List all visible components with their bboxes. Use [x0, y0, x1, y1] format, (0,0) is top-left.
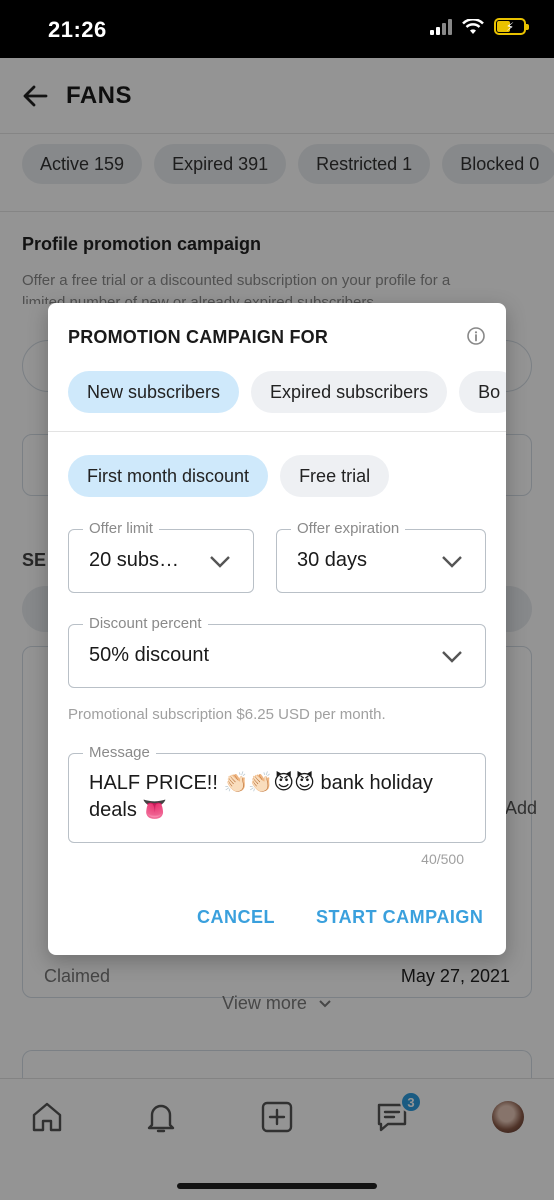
character-counter: 40/500 — [421, 851, 464, 867]
offer-limit-select[interactable]: Offer limit 20 subs… — [68, 520, 254, 593]
dialog-title: PROMOTION CAMPAIGN FOR — [68, 327, 329, 347]
battery-icon: ⚡ — [494, 18, 529, 35]
message-field[interactable]: Message HALF PRICE!! 👏🏻👏🏻😈😈 bank holiday… — [68, 744, 486, 843]
message-label: Message — [83, 744, 156, 762]
promotion-campaign-dialog: PROMOTION CAMPAIGN FOR New subscribers E… — [48, 303, 506, 955]
tab-first-month-discount[interactable]: First month discount — [68, 455, 269, 497]
divider — [48, 431, 506, 432]
chevron-down-icon — [210, 556, 230, 568]
info-icon[interactable] — [466, 326, 486, 346]
tab-both[interactable]: Bo — [459, 371, 506, 413]
discount-percent-label: Discount percent — [83, 615, 208, 633]
tab-new-subscribers[interactable]: New subscribers — [68, 371, 240, 413]
tab-free-trial[interactable]: Free trial — [280, 455, 390, 497]
status-bar: 21:26 ⚡ — [0, 0, 554, 58]
offer-limit-value: 20 subs… — [89, 549, 180, 571]
signal-icon — [430, 18, 452, 35]
start-campaign-button[interactable]: START CAMPAIGN — [316, 907, 483, 928]
message-text: HALF PRICE!! 👏🏻👏🏻😈😈 bank holiday deals 👅 — [89, 772, 433, 821]
chevron-down-icon — [442, 651, 462, 663]
chevron-down-icon — [442, 556, 462, 568]
offer-type-tabs: First month discount Free trial — [68, 455, 390, 497]
offer-limit-label: Offer limit — [83, 520, 159, 538]
status-time: 21:26 — [48, 17, 107, 42]
tab-expired-subscribers[interactable]: Expired subscribers — [251, 371, 448, 413]
offer-expiration-value: 30 days — [297, 549, 368, 571]
status-icons: ⚡ — [430, 18, 529, 35]
discount-percent-value: 50% discount — [89, 644, 210, 666]
promotion-price-helper: Promotional subscription $6.25 USD per m… — [68, 706, 386, 723]
discount-percent-select[interactable]: Discount percent 50% discount — [68, 615, 486, 688]
offer-expiration-label: Offer expiration — [291, 520, 406, 538]
offer-expiration-select[interactable]: Offer expiration 30 days — [276, 520, 486, 593]
wifi-icon — [462, 18, 484, 34]
audience-tabs: New subscribers Expired subscribers Bo — [68, 371, 506, 413]
cancel-button[interactable]: CANCEL — [197, 907, 275, 928]
